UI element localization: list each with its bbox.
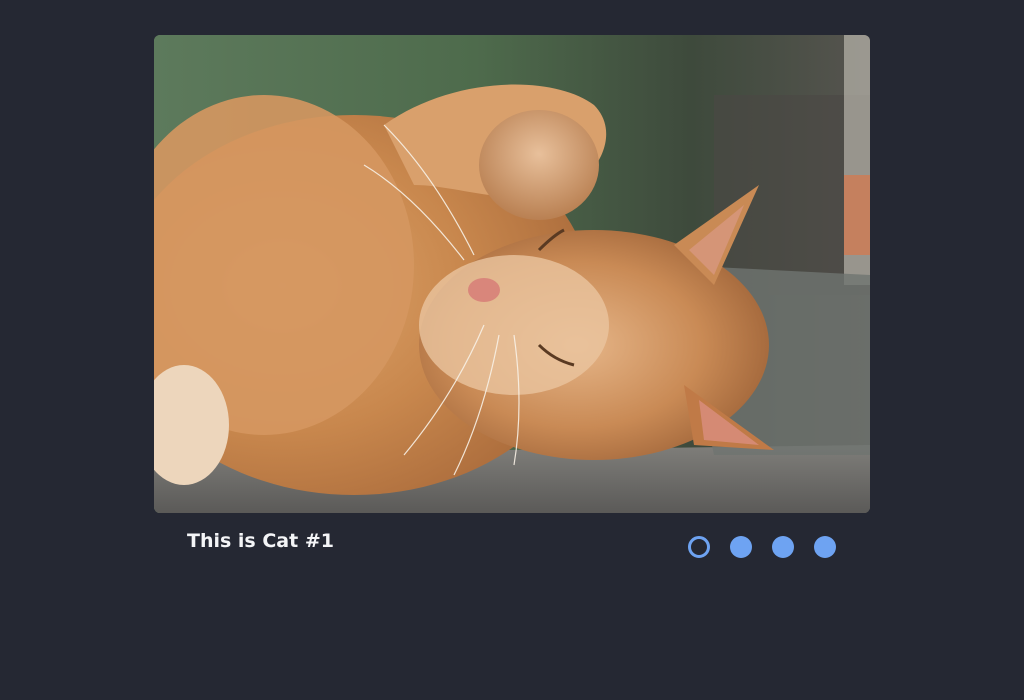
image-carousel: This is Cat #1 [154,35,870,583]
carousel-footer: This is Cat #1 [154,513,870,583]
carousel-indicators [688,536,836,558]
slide-caption: This is Cat #1 [187,530,334,552]
carousel-dot-4[interactable] [814,536,836,558]
carousel-dot-3[interactable] [772,536,794,558]
carousel-slide-image [154,35,870,513]
carousel-dot-1[interactable] [688,536,710,558]
sleeping-cat-photo [154,35,870,513]
carousel-dot-2[interactable] [730,536,752,558]
